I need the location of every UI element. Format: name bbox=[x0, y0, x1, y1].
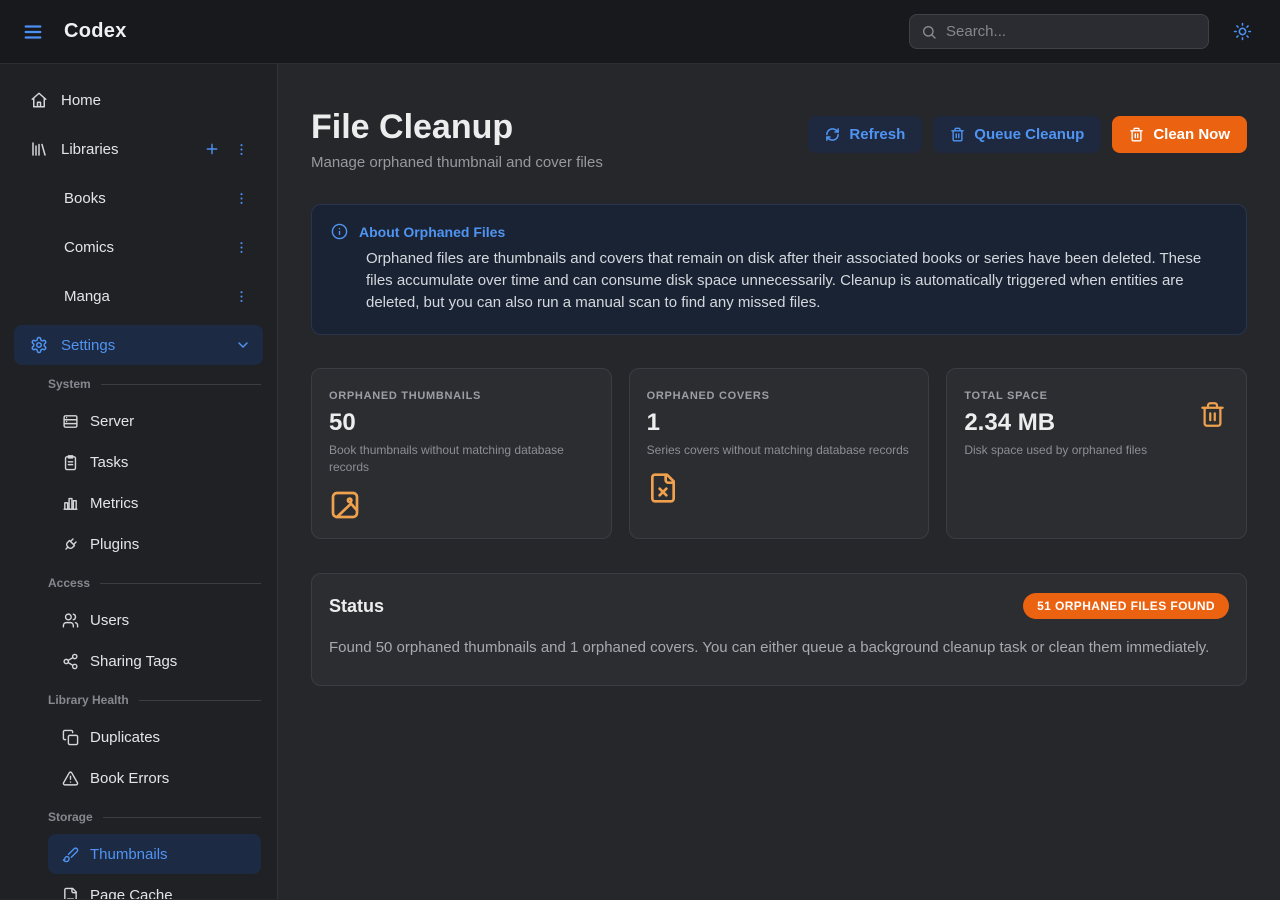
page-subtitle: Manage orphaned thumbnail and cover file… bbox=[311, 154, 603, 171]
sidebar-item-tasks[interactable]: Tasks bbox=[48, 442, 261, 482]
sidebar-item-server[interactable]: Server bbox=[48, 401, 261, 441]
sidebar-item-plugins[interactable]: Plugins bbox=[48, 524, 261, 564]
stat-value: 2.34 MB bbox=[964, 409, 1229, 437]
info-icon bbox=[331, 223, 348, 240]
sidebar-item-label: Tasks bbox=[90, 454, 128, 471]
library-icon bbox=[30, 140, 48, 158]
main-content: File Cleanup Manage orphaned thumbnail a… bbox=[278, 64, 1280, 899]
clipboard-icon bbox=[62, 454, 79, 471]
refresh-icon bbox=[825, 127, 840, 142]
users-icon bbox=[62, 612, 79, 629]
status-panel: Status 51 ORPHANED FILES FOUND Found 50 … bbox=[311, 573, 1247, 686]
section-label-library-health: Library Health bbox=[48, 693, 261, 707]
sidebar-item-label: Book Errors bbox=[90, 770, 169, 787]
section-label-access: Access bbox=[48, 576, 261, 590]
copy-icon bbox=[62, 729, 79, 746]
sidebar-item-label: Comics bbox=[64, 239, 114, 256]
search-box[interactable] bbox=[909, 14, 1209, 49]
file-x-icon bbox=[647, 472, 912, 504]
sidebar-item-thumbnails[interactable]: Thumbnails bbox=[48, 834, 261, 874]
warning-triangle-icon bbox=[62, 770, 79, 787]
libraries-more-icon[interactable] bbox=[232, 140, 251, 159]
menu-icon[interactable] bbox=[22, 21, 44, 43]
top-navbar: Codex bbox=[0, 0, 1280, 64]
page-title: File Cleanup bbox=[311, 106, 603, 148]
refresh-button[interactable]: Refresh bbox=[808, 116, 922, 153]
sidebar-item-duplicates[interactable]: Duplicates bbox=[48, 717, 261, 757]
chevron-down-icon bbox=[235, 337, 251, 353]
sidebar-item-book-errors[interactable]: Book Errors bbox=[48, 758, 261, 798]
image-icon bbox=[329, 489, 594, 521]
books-more-icon[interactable] bbox=[232, 189, 251, 208]
stat-value: 1 bbox=[647, 409, 912, 437]
sidebar-item-label: Libraries bbox=[61, 141, 119, 158]
sidebar-item-label: Plugins bbox=[90, 536, 139, 553]
sidebar-item-comics[interactable]: Comics bbox=[14, 227, 263, 267]
queue-cleanup-button[interactable]: Queue Cleanup bbox=[933, 116, 1101, 153]
stat-value: 50 bbox=[329, 409, 594, 437]
stat-label: ORPHANED COVERS bbox=[647, 390, 912, 402]
sidebar-item-books[interactable]: Books bbox=[14, 178, 263, 218]
stat-description: Disk space used by orphaned files bbox=[964, 442, 1229, 459]
sidebar-item-label: Home bbox=[61, 92, 101, 109]
stat-label: ORPHANED THUMBNAILS bbox=[329, 390, 594, 402]
stat-description: Series covers without matching database … bbox=[647, 442, 912, 459]
stat-cards: ORPHANED THUMBNAILS 50 Book thumbnails w… bbox=[311, 368, 1247, 539]
sidebar: Home Libraries Books Comics bbox=[0, 64, 278, 899]
search-icon bbox=[921, 24, 937, 40]
sidebar-item-label: Server bbox=[90, 413, 134, 430]
stat-description: Book thumbnails without matching databas… bbox=[329, 442, 594, 476]
info-body: Orphaned files are thumbnails and covers… bbox=[366, 248, 1227, 314]
add-library-icon[interactable] bbox=[202, 139, 222, 159]
status-badge: 51 ORPHANED FILES FOUND bbox=[1023, 593, 1229, 619]
sidebar-item-libraries[interactable]: Libraries bbox=[14, 129, 263, 169]
bar-chart-icon bbox=[62, 495, 79, 512]
sidebar-item-users[interactable]: Users bbox=[48, 600, 261, 640]
sidebar-item-label: Sharing Tags bbox=[90, 653, 177, 670]
brush-icon bbox=[62, 846, 79, 863]
section-label-system: System bbox=[48, 377, 261, 391]
clean-now-button[interactable]: Clean Now bbox=[1112, 116, 1247, 153]
app-title: Codex bbox=[64, 20, 127, 43]
sidebar-item-label: Thumbnails bbox=[90, 846, 168, 863]
search-input[interactable] bbox=[946, 23, 1197, 40]
status-body: Found 50 orphaned thumbnails and 1 orpha… bbox=[329, 636, 1214, 660]
stat-card-orphaned-covers: ORPHANED COVERS 1 Series covers without … bbox=[629, 368, 930, 539]
pdf-file-icon bbox=[62, 887, 79, 900]
trash-icon bbox=[1129, 127, 1144, 142]
sidebar-item-label: Metrics bbox=[90, 495, 138, 512]
sidebar-item-label: Page Cache bbox=[90, 887, 173, 900]
sidebar-item-label: Duplicates bbox=[90, 729, 160, 746]
gear-icon bbox=[30, 336, 48, 354]
stat-card-orphaned-thumbnails: ORPHANED THUMBNAILS 50 Book thumbnails w… bbox=[311, 368, 612, 539]
sidebar-item-manga[interactable]: Manga bbox=[14, 276, 263, 316]
sidebar-item-metrics[interactable]: Metrics bbox=[48, 483, 261, 523]
sidebar-item-sharing-tags[interactable]: Sharing Tags bbox=[48, 641, 261, 681]
server-icon bbox=[62, 413, 79, 430]
share-icon bbox=[62, 653, 79, 670]
manga-more-icon[interactable] bbox=[232, 287, 251, 306]
sidebar-item-home[interactable]: Home bbox=[14, 80, 263, 120]
trash-icon bbox=[950, 127, 965, 142]
info-title: About Orphaned Files bbox=[359, 224, 505, 240]
section-label-storage: Storage bbox=[48, 810, 261, 824]
page-header: File Cleanup Manage orphaned thumbnail a… bbox=[311, 98, 1247, 171]
sidebar-item-page-cache[interactable]: Page Cache bbox=[48, 875, 261, 899]
sidebar-item-label: Settings bbox=[61, 337, 115, 354]
page-actions: Refresh Queue Cleanup Clean Now bbox=[808, 116, 1247, 153]
sidebar-item-settings[interactable]: Settings bbox=[14, 325, 263, 365]
comics-more-icon[interactable] bbox=[232, 238, 251, 257]
plug-icon bbox=[62, 536, 79, 553]
sidebar-item-label: Books bbox=[64, 190, 106, 207]
home-icon bbox=[30, 91, 48, 109]
trash-icon bbox=[1199, 401, 1226, 428]
stat-card-total-space: TOTAL SPACE 2.34 MB Disk space used by o… bbox=[946, 368, 1247, 539]
info-panel: About Orphaned Files Orphaned files are … bbox=[311, 204, 1247, 335]
stat-label: TOTAL SPACE bbox=[964, 390, 1229, 402]
theme-toggle-sun-icon[interactable] bbox=[1233, 22, 1252, 41]
status-title: Status bbox=[329, 596, 384, 617]
sidebar-item-label: Manga bbox=[64, 288, 110, 305]
sidebar-item-label: Users bbox=[90, 612, 129, 629]
